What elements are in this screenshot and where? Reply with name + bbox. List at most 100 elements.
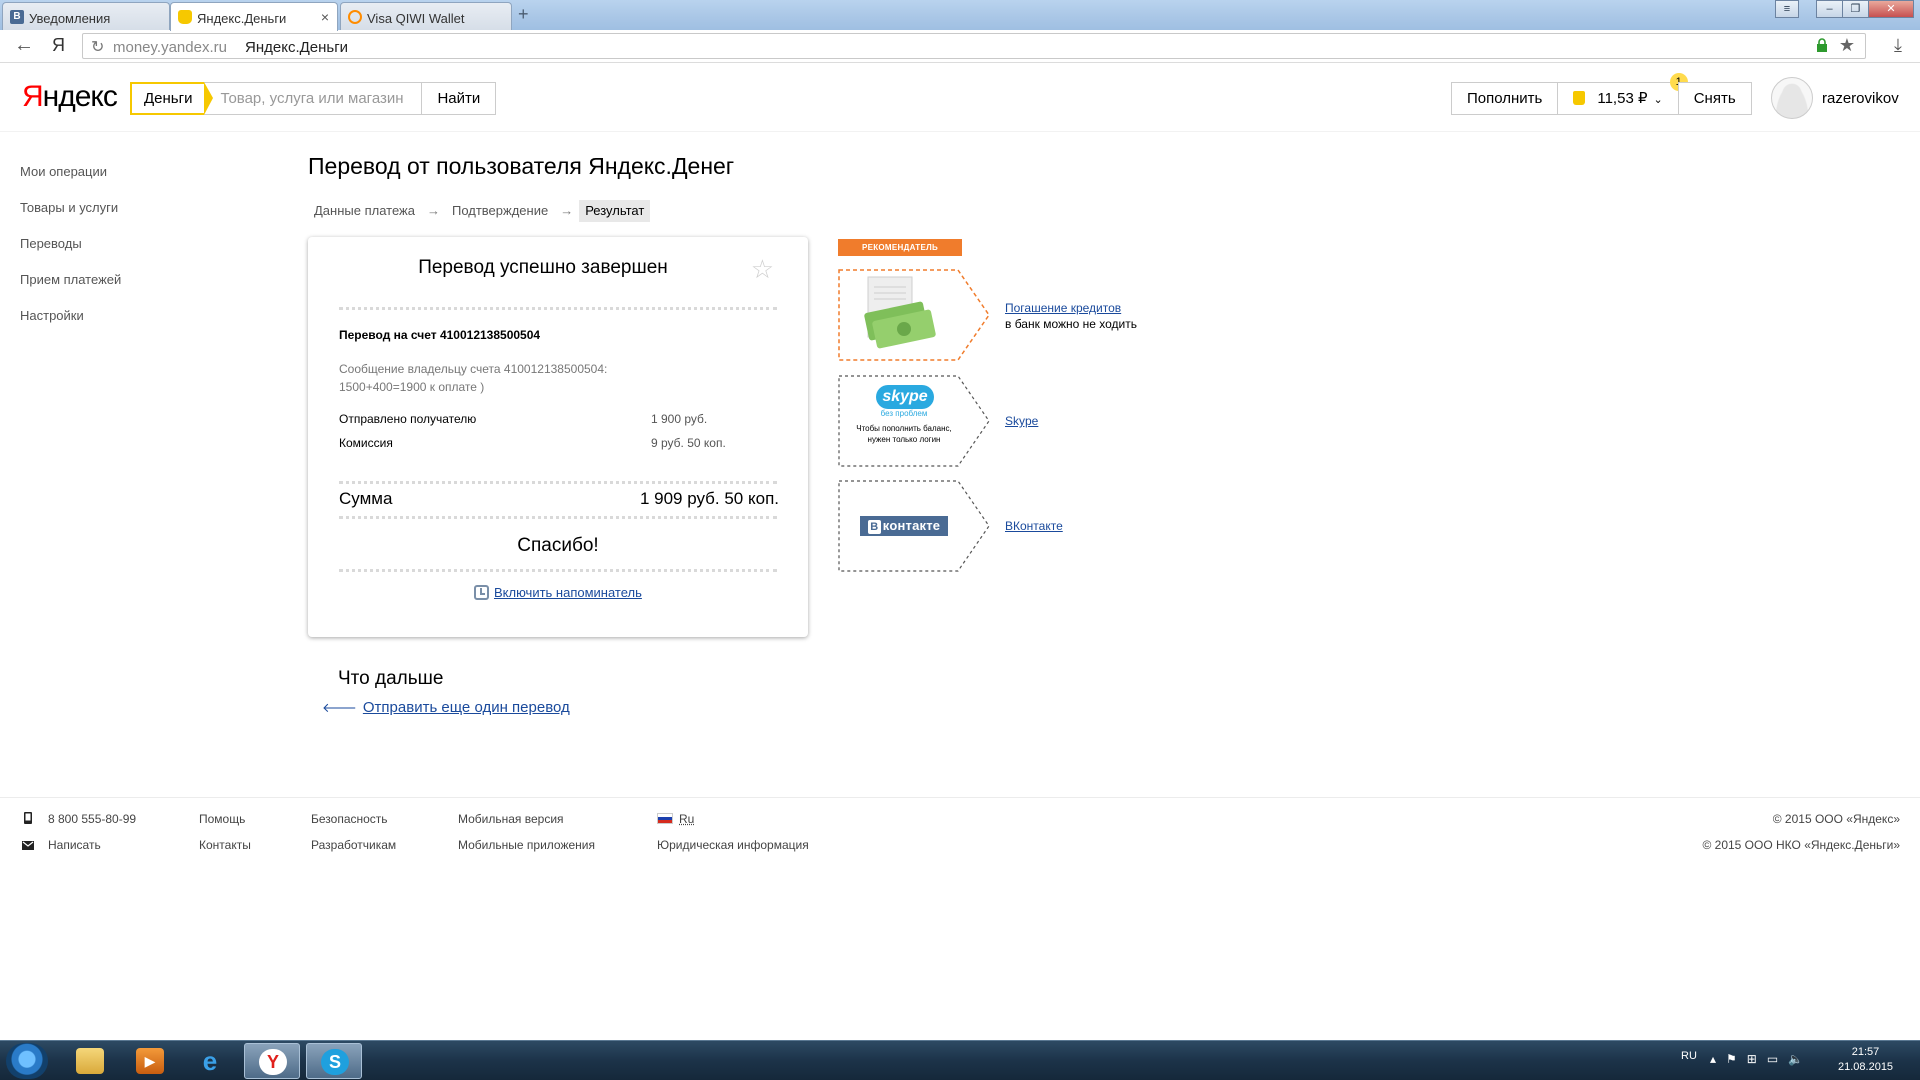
footer-developers[interactable]: Разработчикам [311, 838, 396, 852]
reload-icon[interactable]: ↻ [91, 37, 104, 57]
rec-card-vk[interactable]: Вконтакте [838, 480, 990, 572]
receipt-thanks: Спасибо! [517, 535, 599, 556]
reminder-clock-icon [474, 585, 489, 600]
system-tray: ▴⚑⊞▭🔈 [1710, 1052, 1813, 1066]
url-page-title: Яндекс.Деньги [245, 39, 349, 56]
back-arrow-icon[interactable]: ← [14, 34, 34, 57]
enable-reminder-link[interactable]: Включить напоминатель [494, 585, 642, 600]
footer-contacts[interactable]: Контакты [199, 838, 251, 852]
receipt-message-line: Сообщение владельцу счета 41001213850050… [339, 362, 608, 376]
reminder: Включить напоминатель [474, 585, 642, 600]
footer-language[interactable]: Ru [657, 812, 694, 826]
divider [339, 481, 777, 484]
sidebar-item-payments[interactable]: Прием платежей [20, 272, 121, 308]
yandex-logo[interactable]: Яндекс [22, 80, 118, 114]
vk-logo-icon: Вконтакте [860, 516, 948, 536]
taskbar-internet-explorer[interactable]: e [182, 1043, 238, 1079]
chevron-down-icon: ⌄ [1653, 94, 1663, 106]
sidebar-item-transfers[interactable]: Переводы [20, 236, 121, 272]
taskbar-skype[interactable]: S [306, 1043, 362, 1079]
tab-label: Уведомления [29, 11, 111, 26]
sidebar-item-operations[interactable]: Мои операции [20, 164, 121, 200]
search-input[interactable]: Товар, услуга или магазин [204, 82, 423, 115]
rec-card-skype[interactable]: skype без проблем Чтобы пополнить баланс… [838, 375, 990, 467]
receipt-message: Сообщение владельцу счета 41001213850050… [339, 360, 769, 396]
avatar[interactable] [1771, 77, 1813, 119]
close-window-button[interactable]: ✕ [1868, 0, 1914, 18]
system-clock[interactable]: 21:57 21.08.2015 [1838, 1045, 1893, 1075]
skype-logo-icon: skype [876, 385, 934, 409]
taskbar-media-player[interactable]: ▶ [122, 1043, 178, 1079]
footer-security[interactable]: Безопасность [311, 812, 388, 826]
footer-phone[interactable]: 8 800 555-80-99 [48, 812, 136, 826]
windows-icon[interactable]: ⊞ [1747, 1052, 1767, 1066]
media-player-icon: ▶ [136, 1048, 164, 1074]
taskbar-explorer[interactable] [62, 1043, 118, 1079]
keyboard-language[interactable]: RU [1681, 1050, 1697, 1062]
footer-mobile-version[interactable]: Мобильная версия [458, 812, 564, 826]
taskbar-yandex-browser[interactable]: Y [244, 1043, 300, 1079]
favorite-star-icon[interactable]: ☆ [751, 254, 774, 285]
minimize-button[interactable]: ‒ [1816, 0, 1843, 18]
yandex-browser-taskbar-icon: Y [259, 1049, 287, 1075]
sidebar-item-goods[interactable]: Товары и услуги [20, 200, 121, 236]
skype-description: Чтобы пополнить баланс, нужен только лог… [856, 424, 952, 444]
tab-qiwi[interactable]: Visa QIWI Wallet [340, 2, 512, 30]
skype-taskbar-icon: S [321, 1049, 349, 1075]
clock-time: 21:57 [1851, 1046, 1880, 1058]
logo-first-letter: Я [22, 80, 44, 113]
menu-icon[interactable]: ≡ [1775, 0, 1799, 18]
wallet-icon [1573, 91, 1586, 105]
service-tag[interactable]: Деньги [130, 82, 214, 115]
network-icon[interactable]: ▭ [1767, 1052, 1788, 1066]
receipt-row-label: Отправлено получателю [339, 412, 477, 426]
step-payment-data: Данные платежа [314, 203, 415, 218]
rec-card-credits[interactable] [838, 269, 990, 361]
maximize-button[interactable]: ❐ [1842, 0, 1869, 18]
receipt-row-value: 9 руб. 50 коп. [651, 436, 726, 450]
receipt-row-fee: Комиссия 9 руб. 50 коп. [339, 436, 779, 450]
rec-vk-link[interactable]: ВКонтакте [1005, 519, 1063, 533]
url-domain: money.yandex.ru [113, 39, 227, 56]
username[interactable]: razerovikov [1822, 90, 1899, 107]
topup-button[interactable]: Пополнить [1451, 82, 1559, 115]
step-arrow: → [426, 203, 440, 218]
qiwi-icon [348, 10, 362, 24]
tab-yandex-money[interactable]: Яндекс.Деньги × [170, 2, 338, 31]
footer-help[interactable]: Помощь [199, 812, 245, 826]
internet-explorer-icon: e [202, 1046, 218, 1076]
yandex-browser-icon[interactable]: Я [52, 35, 65, 56]
mail-icon [22, 841, 34, 850]
sidebar-item-settings[interactable]: Настройки [20, 308, 121, 344]
tab-notifications[interactable]: В Уведомления [2, 2, 170, 30]
windows-taskbar: ▶ e Y S [0, 1040, 1920, 1080]
find-button[interactable]: Найти [422, 82, 497, 115]
rec-skype-link[interactable]: Skype [1005, 414, 1038, 428]
footer-legal[interactable]: Юридическая информация [657, 838, 809, 852]
action-center-flag-icon[interactable]: ⚑ [1726, 1052, 1747, 1066]
new-tab-button[interactable]: + [518, 5, 538, 25]
footer-write[interactable]: Написать [48, 838, 101, 852]
show-hidden-icons-icon[interactable]: ▴ [1710, 1052, 1726, 1066]
balance-dropdown[interactable]: 11,53 ₽⌄ 1 [1557, 73, 1688, 115]
rec-skype-text: Skype [1005, 413, 1038, 429]
credits-banner-icon [838, 269, 990, 361]
phone-icon [24, 812, 32, 824]
receipt-row-sent: Отправлено получателю 1 900 руб. [339, 412, 779, 426]
receipt-card: Перевод успешно завершен ☆ Перевод на сч… [308, 237, 808, 637]
start-button[interactable] [6, 1043, 48, 1079]
download-icon[interactable]: ⤓ [1894, 35, 1902, 56]
send-another-transfer-link[interactable]: Отправить еще один перевод [363, 699, 570, 716]
rec-credits-link[interactable]: Погашение кредитов [1005, 301, 1121, 315]
withdraw-button[interactable]: Снять [1677, 82, 1752, 115]
bookmark-star-icon[interactable]: ★ [1839, 35, 1855, 56]
volume-icon[interactable]: 🔈 [1788, 1052, 1813, 1066]
footer-divider [0, 797, 1920, 798]
wallet-controls: Пополнить 11,53 ₽⌄ 1 Снять [1451, 73, 1752, 115]
close-icon[interactable]: × [321, 9, 329, 25]
vk-logo-letter: В [867, 520, 881, 534]
footer-mobile-apps[interactable]: Мобильные приложения [458, 838, 595, 852]
url-field[interactable]: ↻ money.yandex.ru Яндекс.Деньги ★ [82, 33, 1866, 59]
browser-tab-bar: В Уведомления Яндекс.Деньги × Visa QIWI … [0, 0, 1920, 31]
search-form: Деньги Товар, услуга или магазин Найти [130, 82, 497, 115]
